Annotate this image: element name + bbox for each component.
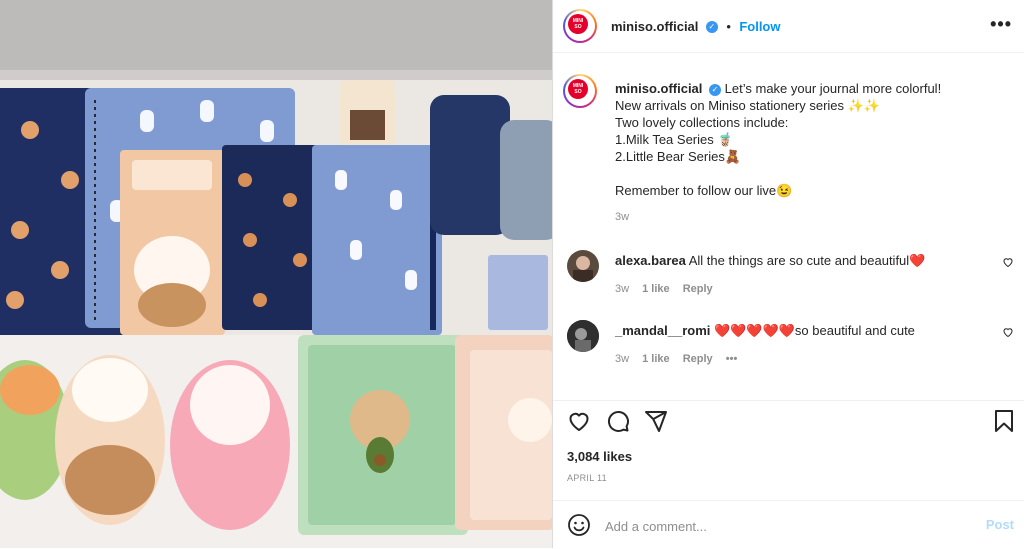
post-image[interactable] — [0, 0, 552, 548]
comment-time[interactable]: 3w — [615, 283, 629, 295]
caption-avatar[interactable]: MINI SO — [563, 74, 597, 108]
commenter-username[interactable]: _mandal__romi — [615, 323, 710, 338]
reply-button[interactable]: Reply — [683, 283, 713, 295]
caption-line: New arrivals on Miniso stationery series… — [615, 98, 881, 113]
author-avatar[interactable]: MINI SO — [563, 9, 597, 43]
heart-icon[interactable] — [567, 409, 591, 438]
comment-like-heart-icon[interactable] — [1002, 256, 1014, 271]
comment-icon[interactable] — [606, 409, 630, 438]
verified-badge-icon: ✓ — [705, 20, 718, 33]
post-details-panel: MINI SO miniso.official ✓ • Follow ••• MI… — [553, 0, 1024, 548]
separator-dot: • — [726, 19, 731, 34]
caption-line: Two lovely collections include: — [615, 115, 789, 130]
stationery-photo — [0, 0, 552, 548]
commenter-username[interactable]: alexa.barea — [615, 253, 686, 268]
reply-button[interactable]: Reply — [683, 353, 713, 365]
comment-likes[interactable]: 1 like — [642, 353, 670, 365]
more-options-icon[interactable]: ••• — [990, 14, 1012, 35]
bookmark-icon[interactable] — [993, 409, 1015, 438]
caption-line: Remember to follow our live😉 — [615, 183, 793, 198]
comment-like-heart-icon[interactable] — [1002, 326, 1014, 341]
post-date[interactable]: APRIL 11 — [567, 473, 607, 483]
caption-line: 2.Little Bear Series🧸 — [615, 149, 742, 164]
post-comment-button[interactable]: Post — [986, 517, 1014, 532]
comment-time[interactable]: 3w — [615, 353, 629, 365]
follow-button[interactable]: Follow — [739, 19, 780, 34]
caption-username[interactable]: miniso.official — [615, 81, 702, 96]
caption-time[interactable]: 3w — [615, 211, 629, 223]
add-comment-bar: Post — [553, 500, 1024, 549]
comment-input[interactable] — [603, 514, 967, 538]
commenter-avatar[interactable] — [567, 250, 599, 282]
verified-badge-icon: ✓ — [709, 83, 722, 96]
miniso-logo: MINI SO — [568, 14, 588, 34]
caption-line: Let’s make your journal more colorful! — [724, 81, 942, 96]
action-bar — [553, 400, 1024, 441]
caption-line — [615, 165, 1010, 182]
comment-text: All the things are so cute and beautiful… — [688, 253, 926, 268]
paper-plane-icon[interactable] — [644, 409, 668, 438]
caption-line: 1.Milk Tea Series 🧋 — [615, 132, 734, 147]
comment-text: ❤️❤️❤️❤️❤️so beautiful and cute — [714, 323, 915, 338]
comment-options-icon[interactable]: ••• — [726, 353, 738, 365]
commenter-avatar[interactable] — [567, 320, 599, 352]
likes-count[interactable]: 3,084 likes — [567, 449, 632, 464]
smiley-icon[interactable] — [567, 513, 591, 542]
miniso-logo: MINI SO — [568, 79, 588, 99]
caption-text: miniso.official ✓ Let’s make your journa… — [615, 80, 1010, 226]
author-username[interactable]: miniso.official — [611, 19, 698, 34]
post-header: MINI SO miniso.official ✓ • Follow ••• — [553, 0, 1024, 53]
comment-likes[interactable]: 1 like — [642, 283, 670, 295]
